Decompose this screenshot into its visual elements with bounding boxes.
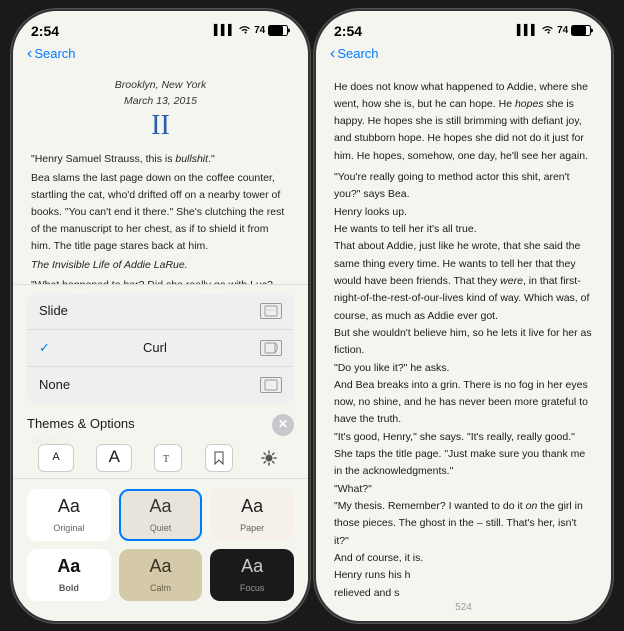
wifi-icon-right <box>541 24 554 37</box>
back-arrow-right: ‹ <box>330 45 335 63</box>
swatch-label-calm: Calm <box>150 582 171 596</box>
para-1: "Henry Samuel Strauss, this is bullshit.… <box>31 151 290 168</box>
para-2: Bea slams the last page down on the coff… <box>31 170 290 254</box>
back-label-left: Search <box>34 46 75 61</box>
back-button-left[interactable]: ‹ Search <box>27 45 76 63</box>
scroll-none[interactable]: None <box>27 367 294 403</box>
themes-row: Themes & Options ✕ <box>13 410 308 440</box>
swatch-aa-calm: Aa <box>149 553 171 581</box>
left-screen: 2:54 ▌▌▌ 74 ‹ Search <box>13 11 308 621</box>
battery-icon-right: 74 <box>557 25 593 36</box>
rp-1: He does not know what happened to Addie,… <box>334 79 593 166</box>
theme-bold[interactable]: Aa Bold <box>27 549 111 601</box>
checkmark-curl: ✓ <box>39 338 50 358</box>
slide-label: Slide <box>39 301 68 321</box>
book-content-right: He does not know what happened to Addie,… <box>316 69 611 598</box>
right-phone: 2:54 ▌▌▌ 74 ‹ Search <box>316 11 611 621</box>
theme-quiet[interactable]: Aa Quiet <box>119 489 203 541</box>
curl-icon <box>260 340 282 356</box>
rp-7: "Do you like it?" he asks. <box>334 360 593 377</box>
none-icon <box>260 377 282 393</box>
scroll-curl[interactable]: ✓ Curl <box>27 330 294 367</box>
rp-3: Henry looks up. <box>334 204 593 221</box>
rp-14: relieved and s <box>334 585 593 598</box>
font-decrease-button[interactable]: A <box>38 444 74 472</box>
close-panel-button[interactable]: ✕ <box>272 414 294 436</box>
rp-8: And Bea breaks into a grin. There is no … <box>334 377 593 429</box>
font-bookmark-icon[interactable] <box>205 444 233 472</box>
nav-bar-left[interactable]: ‹ Search <box>13 43 308 69</box>
theme-calm[interactable]: Aa Calm <box>119 549 203 601</box>
swatch-label-focus: Focus <box>240 582 265 596</box>
swatch-label-paper: Paper <box>240 522 264 536</box>
swatch-label-original: Original <box>53 522 84 536</box>
swatch-label-quiet: Quiet <box>150 522 172 536</box>
font-increase-button[interactable]: A <box>96 444 132 472</box>
rp-6: But she wouldn't believe him, so he lets… <box>334 325 593 360</box>
rp-11: "My thesis. Remember? I wanted to do it … <box>334 498 593 550</box>
status-icons-right: ▌▌▌ 74 <box>517 24 593 37</box>
swatch-aa-original: Aa <box>58 493 80 521</box>
theme-swatches: Aa Original Aa Quiet Aa Paper Aa <box>13 485 308 609</box>
battery-icon-left: 74 <box>254 25 290 36</box>
swatch-aa-paper: Aa <box>241 493 263 521</box>
rp-4: He wants to tell her it's all true. <box>334 221 593 238</box>
rp-10: "What?" <box>334 481 593 498</box>
swatch-aa-bold: Aa <box>57 553 80 581</box>
back-label-right: Search <box>337 46 378 61</box>
page-number: 524 <box>316 598 611 621</box>
time-left: 2:54 <box>31 23 59 39</box>
book-content-left: Brooklyn, New York March 13, 2015 II "He… <box>13 69 308 621</box>
swatch-aa-quiet: Aa <box>149 493 171 521</box>
slide-icon <box>260 303 282 319</box>
curl-label: Curl <box>143 338 167 358</box>
bottom-panel: Slide ✓ Curl <box>13 284 308 620</box>
back-button-right[interactable]: ‹ Search <box>330 45 379 63</box>
left-phone: 2:54 ▌▌▌ 74 ‹ Search <box>13 11 308 621</box>
status-bar-right: 2:54 ▌▌▌ 74 <box>316 11 611 43</box>
swatch-aa-focus: Aa <box>241 553 263 581</box>
font-controls: A A T <box>13 440 308 479</box>
para-3: The Invisible Life of Addie LaRue. <box>31 257 290 274</box>
wifi-icon-left <box>238 24 251 37</box>
scroll-slide[interactable]: Slide <box>27 293 294 330</box>
nav-bar-right[interactable]: ‹ Search <box>316 43 611 69</box>
signal-icon-left: ▌▌▌ <box>214 25 235 36</box>
theme-focus[interactable]: Aa Focus <box>210 549 294 601</box>
rp-2: "You're really going to method actor thi… <box>334 169 593 204</box>
brightness-icon[interactable] <box>255 444 283 472</box>
theme-paper[interactable]: Aa Paper <box>210 489 294 541</box>
rp-12: And of course, it is. <box>334 550 593 567</box>
theme-original[interactable]: Aa Original <box>27 489 111 541</box>
themes-title: Themes & Options <box>27 414 135 434</box>
chapter-number: II <box>31 109 290 143</box>
book-header: Brooklyn, New York March 13, 2015 II <box>31 77 290 143</box>
scroll-options: Slide ✓ Curl <box>27 293 294 403</box>
book-date: March 13, 2015 <box>31 93 290 109</box>
phones-container: 2:54 ▌▌▌ 74 ‹ Search <box>13 11 611 621</box>
font-style-icon[interactable]: T <box>154 444 182 472</box>
signal-icon-right: ▌▌▌ <box>517 25 538 36</box>
swatch-label-bold: Bold <box>59 582 79 596</box>
book-location: Brooklyn, New York <box>31 77 290 93</box>
back-arrow-left: ‹ <box>27 45 32 63</box>
status-bar-left: 2:54 ▌▌▌ 74 <box>13 11 308 43</box>
rp-9: "It's good, Henry," she says. "It's real… <box>334 429 593 481</box>
none-label: None <box>39 375 70 395</box>
right-screen: 2:54 ▌▌▌ 74 ‹ Search <box>316 11 611 621</box>
rp-5: That about Addie, just like he wrote, th… <box>334 238 593 325</box>
svg-text:T: T <box>163 454 169 465</box>
status-icons-left: ▌▌▌ 74 <box>214 24 290 37</box>
rp-13: Henry runs his h <box>334 567 593 584</box>
time-right: 2:54 <box>334 23 362 39</box>
